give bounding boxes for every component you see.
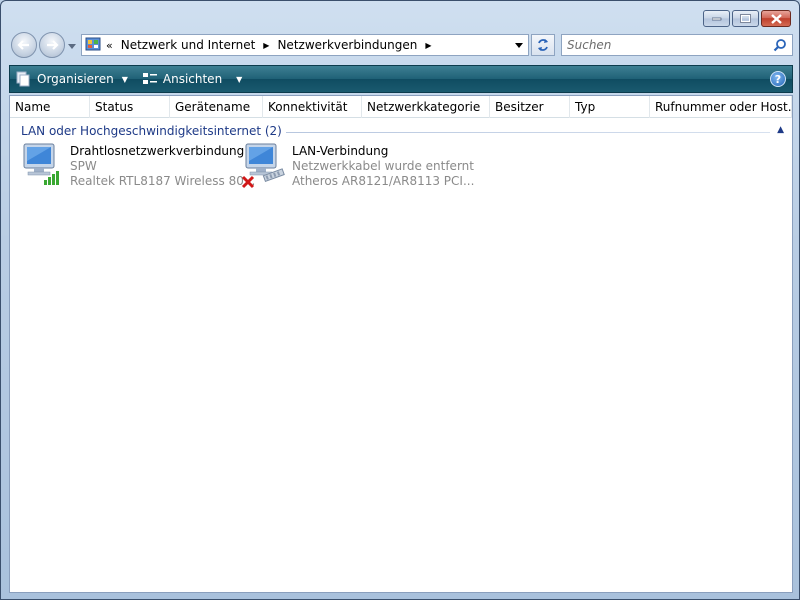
- connection-device: Realtek RTL8187 Wireless 80...: [70, 174, 256, 188]
- column-header-type[interactable]: Typ: [570, 96, 650, 118]
- connection-device: Atheros AR8121/AR8113 PCI...: [292, 174, 475, 188]
- column-header-status[interactable]: Status: [90, 96, 170, 118]
- refresh-button[interactable]: [531, 34, 555, 56]
- column-header-network-category[interactable]: Netzwerkkategorie: [362, 96, 490, 118]
- search-icon[interactable]: [773, 38, 787, 52]
- connection-item-wireless[interactable]: Drahtlosnetzwerkverbindung SPW Realtek R…: [18, 142, 255, 192]
- column-header-phone-or-host[interactable]: Rufnummer oder Host...: [650, 96, 792, 118]
- refresh-icon: [538, 39, 548, 51]
- connection-list: Drahtlosnetzwerkverbindung SPW Realtek R…: [10, 142, 792, 202]
- maximize-icon: [740, 14, 751, 23]
- maximize-button[interactable]: [732, 10, 759, 27]
- breadcrumb-segment-netzwerk-und-internet[interactable]: Netzwerk und Internet: [117, 38, 260, 52]
- connection-item-lan[interactable]: LAN-Verbindung Netzwerkkabel wurde entfe…: [240, 142, 474, 192]
- minimize-button[interactable]: [703, 10, 730, 27]
- connection-name: Drahtlosnetzwerkverbindung: [70, 144, 245, 158]
- breadcrumb-arrow-icon[interactable]: ▶: [421, 41, 435, 50]
- views-button[interactable]: Ansichten ▼: [136, 67, 248, 91]
- column-header-owner[interactable]: Besitzer: [490, 96, 570, 118]
- organize-label: Organisieren: [37, 72, 114, 86]
- column-header-name[interactable]: Name: [10, 96, 90, 118]
- connection-status: SPW: [70, 159, 97, 173]
- connection-name: LAN-Verbindung: [292, 144, 389, 158]
- column-headers: Name Status Gerätename Konnektivität Net…: [10, 96, 792, 118]
- group-title: LAN oder Hochgeschwindigkeitsinternet (2…: [21, 124, 286, 138]
- control-panel-icon: [85, 37, 101, 51]
- column-header-device-name[interactable]: Gerätename: [170, 96, 263, 118]
- wireless-connection-icon: [18, 142, 68, 190]
- navigation-bar: « Netzwerk und Internet ▶ Netzwerkverbin…: [9, 32, 793, 60]
- breadcrumb-segment-netzwerkverbindungen[interactable]: Netzwerkverbindungen: [273, 38, 421, 52]
- back-arrow-icon: [17, 40, 29, 50]
- close-button[interactable]: [761, 10, 791, 27]
- help-button[interactable]: ?: [770, 71, 786, 87]
- connection-status: Netzwerkkabel wurde entfernt: [292, 159, 474, 173]
- search-input[interactable]: [567, 38, 767, 52]
- connection-texts: Drahtlosnetzwerkverbindung SPW Realtek R…: [70, 142, 255, 192]
- address-history-dropdown[interactable]: [510, 35, 528, 55]
- address-bar[interactable]: « Netzwerk und Internet ▶ Netzwerkverbin…: [81, 34, 529, 56]
- chevron-down-icon: [515, 42, 523, 48]
- group-header[interactable]: LAN oder Hochgeschwindigkeitsinternet (2…: [10, 122, 792, 142]
- column-header-connectivity[interactable]: Konnektivität: [263, 96, 362, 118]
- command-toolbar: Organisieren ▼ Ansichten ▼ ?: [9, 65, 793, 93]
- forward-button[interactable]: [39, 32, 65, 58]
- organize-button[interactable]: Organisieren ▼: [10, 67, 134, 91]
- back-button[interactable]: [11, 32, 37, 58]
- organize-icon: [16, 71, 30, 87]
- breadcrumb-arrow-icon[interactable]: ▶: [259, 41, 273, 50]
- file-list-pane: Name Status Gerätename Konnektivität Net…: [9, 95, 793, 593]
- views-label: Ansichten: [162, 72, 223, 86]
- address-overflow-chevron[interactable]: «: [106, 39, 113, 52]
- minimize-icon: [711, 17, 721, 20]
- close-icon: [770, 13, 782, 24]
- caption-buttons: [703, 10, 791, 27]
- explorer-window: « Netzwerk und Internet ▶ Netzwerkverbin…: [0, 0, 800, 600]
- search-box[interactable]: [561, 34, 793, 56]
- chevron-down-icon: ▼: [121, 74, 128, 84]
- connection-texts: LAN-Verbindung Netzwerkkabel wurde entfe…: [292, 142, 474, 192]
- collapse-chevron-icon[interactable]: ▲: [777, 125, 784, 135]
- forward-arrow-icon: [47, 40, 59, 50]
- recent-pages-dropdown[interactable]: [67, 41, 77, 51]
- lan-connection-disconnected-icon: [240, 142, 290, 190]
- views-icon: [142, 73, 157, 84]
- chevron-down-icon: [68, 43, 76, 49]
- chevron-down-icon[interactable]: ▼: [236, 75, 242, 84]
